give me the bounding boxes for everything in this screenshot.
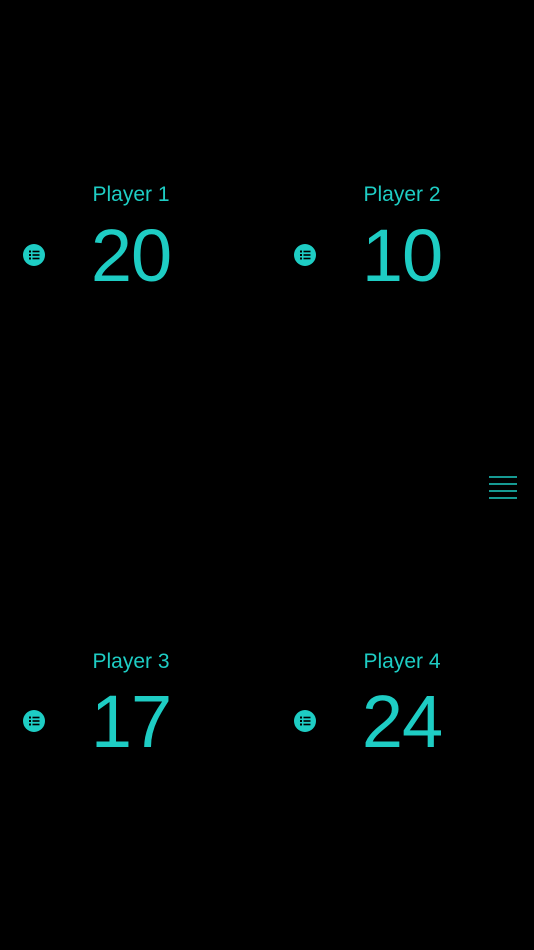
hamburger-menu-icon: [489, 476, 517, 499]
player-panel-2[interactable]: Player 2 10: [267, 0, 534, 475]
player-panel-1[interactable]: Player 1 20: [0, 0, 267, 475]
list-icon: [300, 250, 311, 260]
player-name: Player 1: [92, 183, 170, 206]
player-name: Player 2: [363, 183, 441, 206]
player-panel-4[interactable]: Player 4 24: [267, 475, 534, 950]
list-icon: [29, 250, 40, 260]
player-history-button[interactable]: [23, 710, 45, 732]
player-name: Player 3: [92, 650, 170, 673]
menu-button[interactable]: [488, 475, 518, 501]
player-history-button[interactable]: [294, 244, 316, 266]
player-name: Player 4: [363, 650, 441, 673]
list-icon: [300, 716, 311, 726]
player-history-button[interactable]: [294, 710, 316, 732]
player-history-button[interactable]: [23, 244, 45, 266]
player-panel-3[interactable]: Player 3 17: [0, 475, 267, 950]
list-icon: [29, 716, 40, 726]
